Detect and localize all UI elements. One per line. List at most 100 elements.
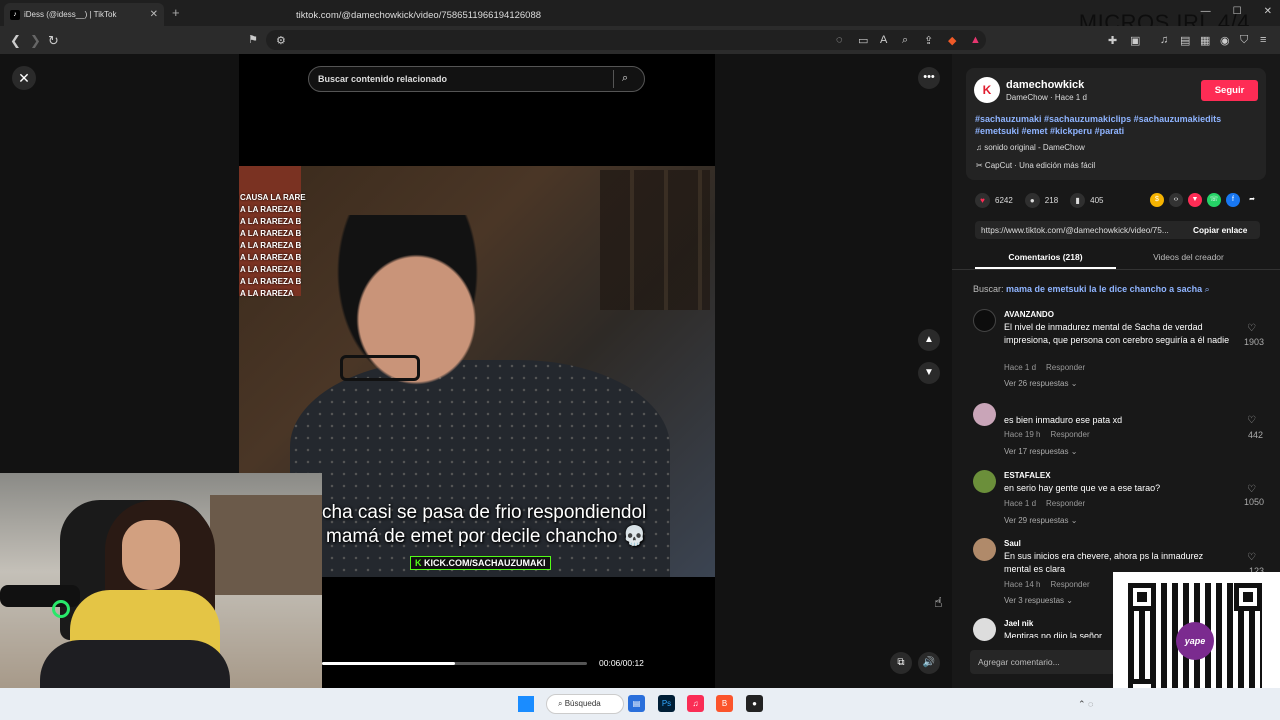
tab-comments[interactable]: Comentarios (218)	[975, 247, 1116, 269]
video-time: 00:06/00:12	[599, 658, 644, 668]
previous-video-button[interactable]: ▲	[918, 329, 940, 351]
brave-shield-icon[interactable]: ◆	[948, 34, 956, 47]
share-arrow-icon[interactable]: ➦	[1245, 193, 1259, 207]
bookmark-icon[interactable]: ⚑	[248, 33, 258, 46]
facebook-icon[interactable]: f	[1226, 193, 1240, 207]
like-button[interactable]: ♥ 6242	[975, 193, 1013, 208]
comment-like-icon[interactable]: ♡	[1247, 323, 1256, 334]
search-suggestion[interactable]: Buscar: mama de emetsuki la le dice chan…	[973, 284, 1210, 295]
kick-logo: K	[415, 558, 422, 568]
share-icon[interactable]: ⇪	[924, 34, 933, 47]
reload-icon[interactable]: ↻	[48, 33, 59, 49]
tab-creator-videos[interactable]: Videos del creador	[1118, 247, 1259, 269]
view-replies-button[interactable]: Ver 3 respuestas ⌄	[1004, 596, 1073, 605]
comment-avatar[interactable]	[973, 309, 996, 332]
no-tracking-icon[interactable]: ◌	[836, 34, 843, 46]
browser-tab[interactable]: ♪ iDess (@idess__) | TikTok ✕	[4, 3, 164, 26]
comment-username[interactable]: AVANZANDO	[1004, 310, 1054, 319]
comment-text: en serio hay gente que ve a ese tarao?	[1004, 483, 1161, 493]
music-app-icon[interactable]: ♫	[687, 695, 704, 712]
volume-button[interactable]: 🔊	[918, 652, 940, 674]
channel-avatar[interactable]: K	[974, 77, 1000, 103]
windows-start-icon[interactable]	[518, 696, 534, 712]
tab-close-icon[interactable]: ✕	[150, 9, 158, 20]
view-replies-button[interactable]: Ver 17 respuestas ⌄	[1004, 447, 1077, 456]
reply-button[interactable]: Responder	[1050, 580, 1089, 589]
wallet-icon[interactable]: ▦	[1200, 34, 1210, 47]
reply-button[interactable]: Responder	[1046, 499, 1085, 508]
view-replies-button[interactable]: Ver 26 respuestas ⌄	[1004, 379, 1077, 388]
menu-icon[interactable]: ≡	[1260, 34, 1266, 46]
shield-icon[interactable]: ⛉	[1240, 34, 1248, 47]
close-video-button[interactable]: ✕	[12, 66, 36, 90]
zoom-icon[interactable]: ⌕	[902, 34, 908, 47]
background-shelf	[600, 170, 710, 310]
microphone-light	[52, 600, 70, 618]
reply-button[interactable]: Responder	[1050, 430, 1089, 439]
brave-icon[interactable]: B	[716, 695, 733, 712]
comment-avatar[interactable]	[973, 470, 996, 493]
photoshop-icon[interactable]: Ps	[658, 695, 675, 712]
music-icon[interactable]: ♫	[1160, 34, 1168, 46]
system-tray[interactable]: ⌃ ◌	[1078, 699, 1093, 710]
comment-username[interactable]: Jael nik	[1004, 619, 1033, 628]
comment-like-icon[interactable]: ♡	[1247, 415, 1256, 426]
repost-icon[interactable]: ▼	[1188, 193, 1202, 207]
tab-divider	[952, 269, 1280, 270]
new-tab-button[interactable]: +	[172, 5, 180, 20]
extensions-icon[interactable]: ✚	[1108, 34, 1117, 47]
comment-meta: Hace 19 h Responder	[1004, 430, 1090, 439]
screen-text-line: A LA RAREZA B	[240, 253, 302, 262]
url-text[interactable]: tiktok.com/@damechowkick/video/758651196…	[296, 10, 541, 21]
view-replies-button[interactable]: Ver 29 respuestas ⌄	[1004, 516, 1077, 525]
next-video-button[interactable]: ▼	[918, 362, 940, 384]
search-icon[interactable]: ⌕	[622, 72, 628, 85]
comment-button[interactable]: ● 218	[1024, 193, 1058, 208]
task-view-icon[interactable]: ▤	[628, 695, 645, 712]
pip-button[interactable]: ⧉	[890, 652, 912, 674]
sidebar-icon[interactable]: ▣	[1130, 34, 1140, 47]
translate-icon[interactable]: A	[880, 34, 887, 46]
vpn-icon[interactable]: ◉	[1220, 34, 1230, 47]
whatsapp-icon[interactable]: ☏	[1207, 193, 1221, 207]
copy-link-button[interactable]: Copiar enlace	[1193, 225, 1247, 235]
yape-logo: yape	[1176, 622, 1214, 660]
forward-icon[interactable]: ❯	[30, 33, 41, 49]
channel-name[interactable]: damechowkick	[1006, 79, 1084, 91]
follow-button[interactable]: Seguir	[1201, 80, 1258, 101]
comment-like-icon[interactable]: ♡	[1247, 484, 1256, 495]
close-window-button[interactable]: ✕	[1264, 6, 1272, 17]
webcam-cabinet	[210, 495, 322, 595]
capcut-link[interactable]: ✂ CapCut · Una edición más fácil	[976, 161, 1095, 170]
comment-avatar[interactable]	[973, 618, 996, 641]
comment-time: Hace 19 h	[1004, 430, 1041, 439]
share-icons: $ ‹› ▼ ☏ f ➦	[1150, 193, 1259, 207]
screen-text-line: A LA RAREZA B	[240, 277, 302, 286]
search-suggestion-prefix: Buscar:	[973, 284, 1007, 294]
comment-like-icon[interactable]: ♡	[1247, 552, 1256, 563]
comment-avatar[interactable]	[973, 538, 996, 561]
save-button[interactable]: ▮ 405	[1070, 193, 1104, 208]
embed-icon[interactable]: ‹›	[1169, 193, 1183, 207]
obs-icon[interactable]: ●	[746, 695, 763, 712]
save-count: 405	[1090, 196, 1104, 205]
comment-username[interactable]: ESTAFALEX	[1004, 471, 1051, 480]
progress-bar[interactable]	[322, 662, 587, 665]
qr-finder	[1128, 583, 1156, 611]
back-icon[interactable]: ❮	[10, 33, 21, 49]
reply-button[interactable]: Responder	[1046, 363, 1085, 372]
cast-icon[interactable]: ▭	[858, 34, 868, 47]
comment-avatar[interactable]	[973, 403, 996, 426]
hashtags[interactable]: #sachauzumaki #sachauzumakiclips #sachau…	[975, 113, 1260, 137]
more-options-button[interactable]: •••	[918, 67, 940, 89]
sound-link[interactable]: ♫ sonido original - DameChow	[976, 143, 1085, 152]
coin-icon[interactable]: $	[1150, 193, 1164, 207]
comment-like-count: 1050	[1243, 497, 1264, 507]
site-info-icon[interactable]: ⚙	[276, 34, 286, 47]
brave-rewards-icon[interactable]: ▲	[970, 34, 981, 46]
url-field[interactable]	[266, 30, 986, 50]
comment-username[interactable]: Saul	[1004, 539, 1021, 548]
reading-icon[interactable]: ▤	[1180, 34, 1190, 47]
comment-text: El nivel de inmadurez mental de Sacha de…	[1004, 322, 1230, 345]
taskbar-search-label: ⌕ Búsqueda	[558, 699, 601, 708]
